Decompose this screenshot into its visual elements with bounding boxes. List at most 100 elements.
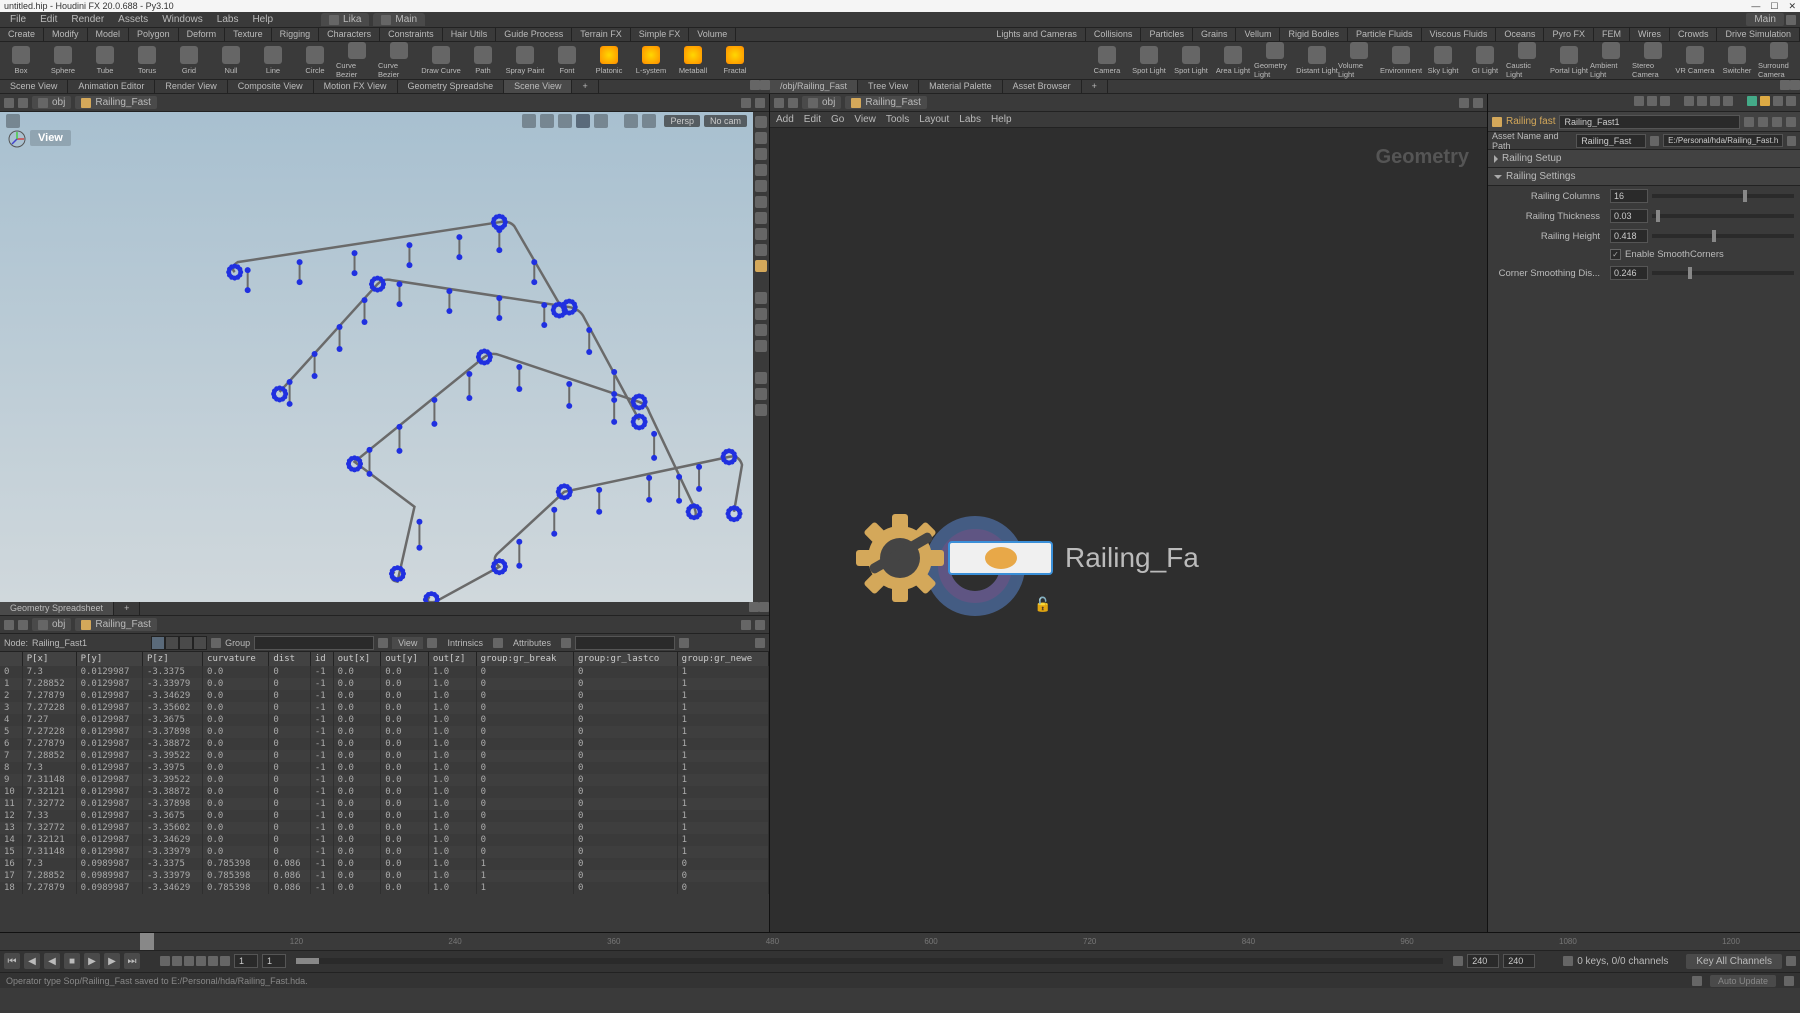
ss-breadcrumb-node[interactable]: Railing_Fast xyxy=(75,618,157,631)
gear-icon[interactable] xyxy=(1758,117,1768,127)
pane-tab[interactable]: Scene View xyxy=(0,80,68,93)
table-row[interactable]: 07.30.0129987-3.33750.00-10.00.01.0001 xyxy=(0,666,769,678)
shelf-tab[interactable]: Characters xyxy=(319,28,380,41)
maximize-pane-icon[interactable] xyxy=(749,602,759,612)
pane-opt-icon[interactable] xyxy=(1790,80,1800,90)
table-row[interactable]: 97.311480.0129987-3.395220.00-10.00.01.0… xyxy=(0,774,769,786)
corner-smoothing-slider[interactable] xyxy=(1652,271,1794,275)
shelf-tab[interactable]: Drive Simulation xyxy=(1717,28,1800,41)
back-icon[interactable] xyxy=(4,98,14,108)
main-desktop-label[interactable]: Main xyxy=(1746,13,1784,26)
clear-filter-icon[interactable] xyxy=(679,638,689,648)
table-row[interactable]: 137.327720.0129987-3.356020.00-10.00.01.… xyxy=(0,822,769,834)
shelf-tool[interactable]: Path xyxy=(462,42,504,79)
shelf-tab[interactable]: Create xyxy=(0,28,44,41)
shelf-tool[interactable]: Line xyxy=(252,42,294,79)
table-row[interactable]: 77.288520.0129987-3.395220.00-10.00.01.0… xyxy=(0,750,769,762)
param-tool-8-icon[interactable] xyxy=(1747,96,1757,106)
shelf-tab[interactable]: Oceans xyxy=(1496,28,1544,41)
net-menu-edit[interactable]: Edit xyxy=(804,114,821,125)
key-all-button[interactable]: Key All Channels xyxy=(1686,954,1782,969)
auto-update-button[interactable]: Auto Update xyxy=(1710,975,1776,987)
shelf-tab[interactable]: Crowds xyxy=(1670,28,1718,41)
tl-opt6-icon[interactable] xyxy=(220,956,230,966)
shelf-tab[interactable]: Wires xyxy=(1630,28,1670,41)
help-ss-icon[interactable] xyxy=(755,638,765,648)
shelf-tool[interactable]: Environment xyxy=(1380,42,1422,79)
add-tab-button[interactable]: + xyxy=(1082,80,1108,93)
filter-input[interactable] xyxy=(575,636,675,650)
shelf-tool[interactable]: Grid xyxy=(168,42,210,79)
railing-height-input[interactable] xyxy=(1610,229,1648,243)
shelf-tool[interactable]: Volume Light xyxy=(1338,42,1380,79)
menu-render[interactable]: Render xyxy=(65,12,110,27)
shelf-tab[interactable]: Texture xyxy=(225,28,272,41)
shelf-tool[interactable]: Sky Light xyxy=(1422,42,1464,79)
shelf-tab[interactable]: Grains xyxy=(1193,28,1237,41)
table-row[interactable]: 87.30.0129987-3.39750.00-10.00.01.0001 xyxy=(0,762,769,774)
shelf-tool[interactable]: Fractal xyxy=(714,42,756,79)
pane-opt-icon[interactable] xyxy=(760,80,770,90)
minimize-icon[interactable]: — xyxy=(1751,1,1760,12)
table-row[interactable]: 27.278790.0129987-3.346290.00-10.00.01.0… xyxy=(0,690,769,702)
railing-thickness-input[interactable] xyxy=(1610,209,1648,223)
shelf-tool[interactable]: Sphere xyxy=(42,42,84,79)
attributes-menu-icon[interactable] xyxy=(561,638,571,648)
ruler-icon[interactable] xyxy=(755,404,767,416)
shelf-tool[interactable]: Spot Light xyxy=(1128,42,1170,79)
shelf-tool[interactable]: Stereo Camera xyxy=(1632,42,1674,79)
shelf-tool[interactable]: Metaball xyxy=(672,42,714,79)
net-forward-icon[interactable] xyxy=(788,98,798,108)
wire-icon[interactable] xyxy=(755,132,767,144)
shelf-tab[interactable]: Volume xyxy=(689,28,736,41)
ss-link-icon[interactable] xyxy=(755,620,765,630)
spreadsheet-tab[interactable]: Geometry Spreadsheet xyxy=(0,602,114,615)
frame-input-2[interactable] xyxy=(262,954,286,968)
column-header[interactable] xyxy=(0,652,22,666)
table-row[interactable]: 187.278790.0989987-3.346290.7853980.086-… xyxy=(0,882,769,894)
normal-icon[interactable] xyxy=(755,212,767,224)
measure-icon[interactable] xyxy=(755,388,767,400)
shelf-tab[interactable]: Pyro FX xyxy=(1544,28,1594,41)
menu-windows[interactable]: Windows xyxy=(156,12,209,27)
menu-edit[interactable]: Edit xyxy=(34,12,63,27)
shelf-tool[interactable]: Ambient Light xyxy=(1590,42,1632,79)
asset-name-input[interactable] xyxy=(1576,134,1646,148)
net-menu-labs[interactable]: Labs xyxy=(959,114,981,125)
shelf-tool[interactable]: Spot Light xyxy=(1170,42,1212,79)
railing-fast-node[interactable]: Railing_Fa xyxy=(860,518,1199,598)
param-tool-6-icon[interactable] xyxy=(1710,96,1720,106)
asset-browse-icon[interactable] xyxy=(1650,136,1659,146)
shelf-tab[interactable]: Deform xyxy=(179,28,226,41)
play-back-button[interactable]: ◀ xyxy=(44,953,60,969)
verts-mode-button[interactable] xyxy=(165,636,179,650)
asset-menu-icon[interactable] xyxy=(1787,136,1796,146)
ss-back-icon[interactable] xyxy=(4,620,14,630)
info-icon[interactable] xyxy=(1772,117,1782,127)
unlock-icon[interactable]: 🔓 xyxy=(1034,596,1051,613)
end-frame-input[interactable] xyxy=(1467,954,1499,968)
first-frame-button[interactable]: ⏮ xyxy=(4,953,20,969)
add-tab-button[interactable]: + xyxy=(114,602,140,615)
group-select-icon[interactable] xyxy=(378,638,388,648)
table-row[interactable]: 57.272280.0129987-3.378980.00-10.00.01.0… xyxy=(0,726,769,738)
pane-menu-icon[interactable] xyxy=(759,602,769,612)
tl-opt3-icon[interactable] xyxy=(184,956,194,966)
help-icon[interactable] xyxy=(1786,15,1796,25)
column-header[interactable]: group:gr_newe xyxy=(677,652,768,666)
shelf-tab[interactable]: FEM xyxy=(1594,28,1630,41)
shelf-tool[interactable]: VR Camera xyxy=(1674,42,1716,79)
param-tool-7-icon[interactable] xyxy=(1723,96,1733,106)
shelf-tool[interactable]: Torus xyxy=(126,42,168,79)
ss-forward-icon[interactable] xyxy=(18,620,28,630)
view-button[interactable]: View xyxy=(392,637,423,649)
shelf-tool[interactable]: Draw Curve xyxy=(420,42,462,79)
menu-help[interactable]: Help xyxy=(246,12,279,27)
smooth-corners-checkbox[interactable]: ✓ xyxy=(1610,249,1621,260)
pane-tab[interactable]: Geometry Spreadshe xyxy=(398,80,505,93)
table-row[interactable]: 37.272280.0129987-3.356020.00-10.00.01.0… xyxy=(0,702,769,714)
point-icon[interactable] xyxy=(755,228,767,240)
net-pin-icon[interactable] xyxy=(1459,98,1469,108)
shelf-tool[interactable]: Caustic Light xyxy=(1506,42,1548,79)
cook-icon[interactable] xyxy=(1692,976,1702,986)
